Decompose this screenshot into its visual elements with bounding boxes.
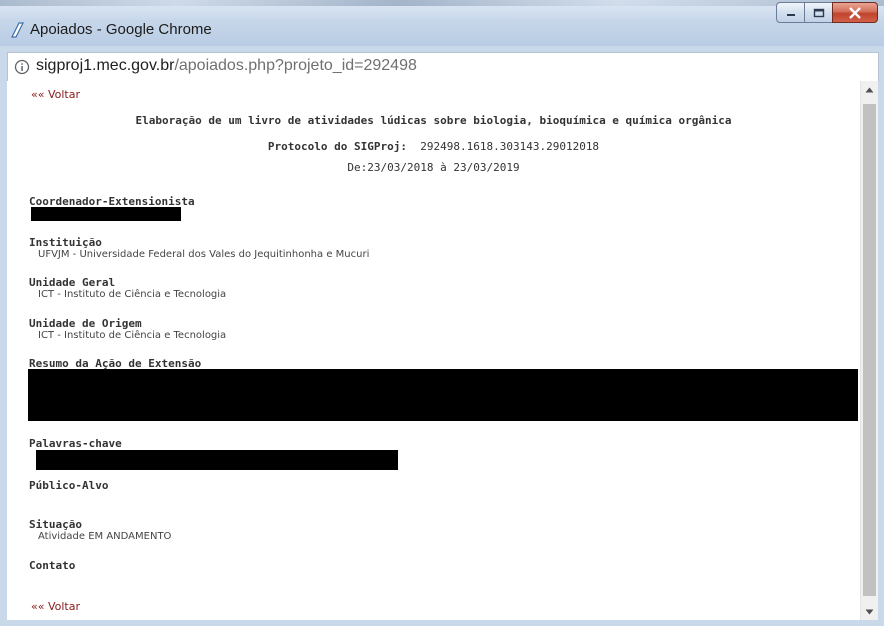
url-text[interactable]: sigproj1.mec.gov.br/apoiados.php?projeto… [36,57,417,75]
minimize-icon [786,13,795,16]
protocol-value: 292498.1618.303143.29012018 [420,140,600,153]
contato-label: Contato [29,559,76,572]
scroll-up-button[interactable] [861,81,878,98]
close-button[interactable] [832,2,878,23]
close-icon [849,6,861,19]
page-content: «« Voltar Elaboração de um livro de ativ… [7,81,860,620]
back-link-bottom[interactable]: «« Voltar [31,600,80,613]
scroll-down-button[interactable] [861,603,878,620]
browser-window: Apoiados - Google Chrome sigproj1.mec.go… [0,0,884,626]
window-controls [776,2,878,24]
title-bar-blur [0,0,884,6]
publico-alvo-label: Público-Alvo [29,479,109,492]
chrome-page-icon [11,22,24,38]
project-title: Elaboração de um livro de atividades lúd… [135,114,732,127]
instituicao-label: Instituição [29,236,102,249]
page-viewport: «« Voltar Elaboração de um livro de ativ… [7,81,860,620]
window-title: Apoiados - Google Chrome [30,21,212,38]
redacted-block [28,369,858,421]
protocol-label: Protocolo do SIGProj: [267,140,407,153]
situacao-value: Atividade EM ANDAMENTO [38,531,172,542]
redacted-block [31,207,181,221]
unidade-geral-label: Unidade Geral [29,276,116,289]
minimize-button[interactable] [776,2,805,23]
palavras-chave-label: Palavras-chave [29,437,122,450]
scroll-thumb[interactable] [863,104,876,596]
url-host: sigproj1.mec.gov.br [36,57,175,74]
project-dates: De:23/03/2018 à 23/03/2019 [347,161,520,174]
maximize-icon [813,8,824,17]
unidade-origem-label: Unidade de Origem [29,317,142,330]
title-bar[interactable]: Apoiados - Google Chrome [0,0,884,46]
maximize-button[interactable] [804,2,833,23]
redacted-block [36,450,398,470]
url-path: /apoiados.php?projeto_id=292498 [174,57,417,74]
situacao-label: Situação [29,518,82,531]
back-link-top[interactable]: «« Voltar [31,88,80,101]
unidade-origem-value: ICT - Instituto de Ciência e Tecnologia [38,330,227,341]
scroll-down-icon [865,609,874,614]
vertical-scrollbar[interactable] [860,81,878,620]
info-icon[interactable] [14,59,30,75]
address-bar[interactable]: sigproj1.mec.gov.br/apoiados.php?projeto… [7,52,879,82]
unidade-geral-value: ICT - Instituto de Ciência e Tecnologia [38,289,227,300]
protocol-line: Protocolo do SIGProj: 292498.1618.303143… [7,140,860,153]
instituicao-value: UFVJM - Universidade Federal dos Vales d… [38,249,370,260]
scroll-up-icon [865,87,874,92]
